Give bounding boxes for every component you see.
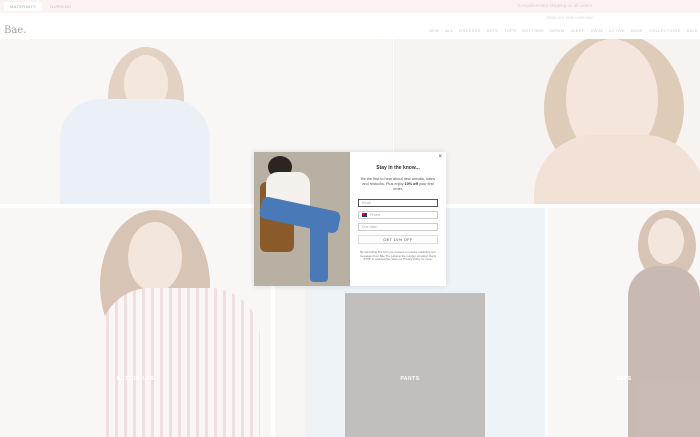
due-date-placeholder: Due date [362, 225, 377, 229]
modal-image [254, 152, 350, 286]
newsletter-modal: × Stay in the know... Be the first to he… [254, 152, 446, 286]
due-date-field[interactable]: Due date [358, 223, 438, 231]
modal-description: Be the first to hear about new arrivals,… [358, 177, 438, 192]
email-placeholder: Email [362, 201, 371, 205]
modal-body: × Stay in the know... Be the first to he… [350, 152, 446, 286]
model-legs [310, 218, 328, 282]
phone-placeholder: Phone [370, 213, 381, 217]
country-flag-icon[interactable] [362, 213, 367, 217]
submit-button[interactable]: Get 10% off [358, 235, 438, 244]
modal-discount: 10% off [404, 182, 419, 186]
legal-text: By submitting this form you consent to r… [359, 250, 437, 262]
email-field[interactable]: Email [358, 199, 438, 207]
page: Maternity Nursing Complimentary shipping… [0, 0, 700, 437]
phone-field[interactable]: Phone [358, 211, 438, 219]
modal-title: Stay in the know... [376, 165, 420, 171]
close-icon[interactable]: × [438, 154, 442, 160]
